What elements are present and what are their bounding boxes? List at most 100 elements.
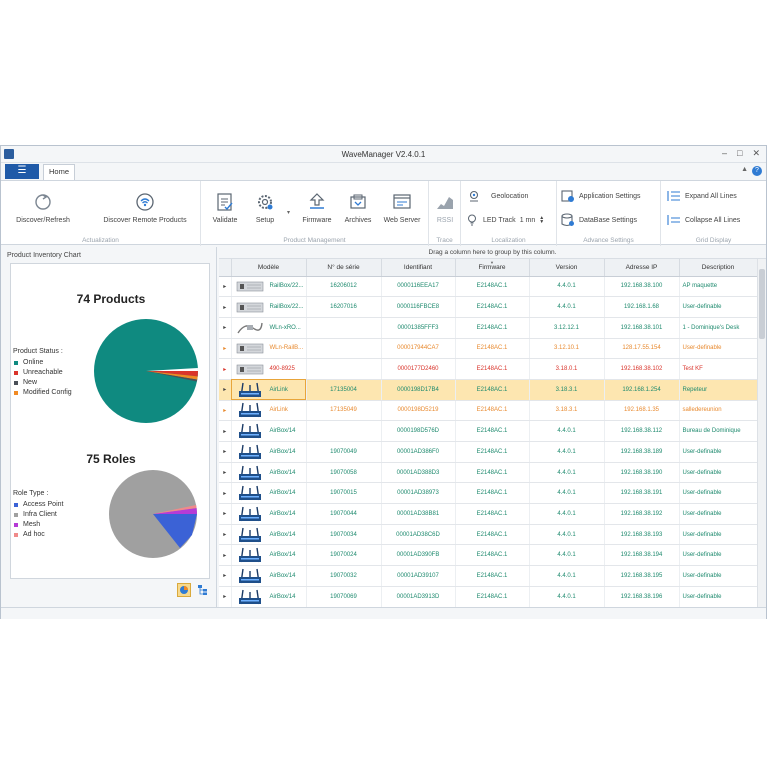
legend-label: Online (23, 359, 44, 366)
cell-firmware: E2148AC.1 (455, 276, 530, 298)
tree-view-button[interactable] (197, 584, 209, 596)
table-row[interactable]: ▸ AirBox/14 19070015 00001AD38973 E2148AC.1 4… (219, 482, 758, 505)
help-icon[interactable]: ? (752, 166, 762, 176)
cell-ip: 192.168.38.193 (604, 524, 680, 546)
column-header-identifier[interactable]: Identifiant (381, 259, 456, 277)
collapse-ribbon-icon[interactable]: ▲ (741, 166, 748, 176)
close-button[interactable]: ✕ (752, 148, 760, 159)
led-track-control[interactable]: LED Track 1 mn ▲ ▼ (465, 213, 544, 227)
collapse-lines-icon (667, 213, 681, 227)
row-expand-toggle[interactable]: ▸ (219, 441, 232, 463)
grid-vertical-scrollbar[interactable] (757, 259, 766, 607)
firmware-button[interactable]: Firmware (299, 191, 335, 224)
row-expand-toggle[interactable]: ▸ (219, 544, 232, 567)
column-header-firmware[interactable]: ▼ Firmware (455, 259, 530, 277)
row-expand-toggle[interactable]: ▸ (219, 462, 232, 484)
model-text: 490-8925 (269, 366, 295, 373)
tab-home[interactable]: Home (43, 164, 75, 180)
legend-label: Ad hoc (23, 531, 45, 538)
cell-serial: 19070044 (306, 503, 382, 525)
table-row[interactable]: ▸ RailBox/22... 16207016 0000116FBCE8 E2148A… (219, 296, 758, 318)
table-row[interactable]: ▸ AirBox/14 19070034 00001AD38C6D E2148AC.1 4… (219, 524, 758, 546)
column-header-serial[interactable]: N° de série (306, 259, 382, 277)
table-row[interactable]: ▸ AirBox/14 19070032 00001AD39107 E2148AC.1 4… (219, 565, 758, 587)
row-expand-toggle[interactable]: ▸ (219, 586, 232, 608)
application-settings-button[interactable]: Application Settings (561, 189, 640, 203)
cell-version: 4.4.0.1 (529, 544, 605, 567)
column-header-ip[interactable]: Adresse IP (604, 259, 680, 277)
discover-remote-button[interactable]: Discover Remote Products (93, 191, 197, 224)
location-pin-icon (467, 189, 481, 203)
discover-refresh-button[interactable]: Discover/Refresh (13, 191, 73, 224)
cell-description: Test KF (679, 358, 758, 380)
row-expand-toggle[interactable]: ▸ (219, 358, 232, 380)
row-expand-toggle[interactable]: ▸ (219, 482, 232, 505)
legend-swatch (14, 512, 18, 517)
column-header-version[interactable]: Version (529, 259, 605, 277)
legend-swatch (14, 502, 18, 507)
table-row[interactable]: ▸ AirBox/14 19070069 00001AD3913D E2148AC.1 4… (219, 586, 758, 608)
model-text: AirBox/14 (269, 490, 296, 497)
table-row[interactable]: ▸ AirBox/14 19070058 00001AD388D3 E2148AC.1 4… (219, 462, 758, 484)
row-expand-toggle[interactable]: ▸ (219, 503, 232, 525)
airbox-device-icon (234, 444, 266, 460)
table-row[interactable]: ▸ WLn-RailB... 000017944CA7 E2148AC.1 3.12.1… (219, 338, 758, 360)
rssi-button[interactable]: RSSI (432, 191, 458, 224)
archives-button[interactable]: Archives (339, 191, 377, 224)
web-server-button[interactable]: Web Server (379, 191, 425, 224)
group-by-hint[interactable]: Drag a column here to group by this colu… (219, 247, 766, 259)
file-menu-button[interactable]: ☰ (5, 164, 39, 179)
row-expand-toggle[interactable]: ▸ (219, 420, 232, 442)
geolocation-button[interactable]: Geolocation (467, 189, 528, 203)
row-expand-toggle[interactable]: ▸ (219, 524, 232, 546)
table-row[interactable]: ▸ 490-8925 0000177D2460 E2148AC.1 3.18.0.1 19… (219, 358, 758, 380)
column-header-model[interactable]: Modèle (231, 259, 307, 277)
row-expand-toggle[interactable]: ▸ (219, 296, 232, 318)
cell-serial (306, 420, 382, 442)
row-expand-toggle[interactable]: ▸ (219, 379, 232, 401)
table-row[interactable]: ▸ AirBox/14 19070049 00001AD386F0 E2148AC.1 4… (219, 441, 758, 463)
setup-dropdown-arrow-icon[interactable]: ▾ (287, 209, 290, 216)
table-row[interactable]: ▸ WLn-xRO... 00001385FFF3 E2148AC.1 3.12.12.… (219, 317, 758, 339)
scrollbar-thumb[interactable] (759, 269, 765, 339)
led-track-value[interactable]: 1 mn (520, 217, 536, 224)
validate-button[interactable]: Validate (207, 191, 243, 224)
product-inventory-panel: Product Inventory Chart 74 Products Prod… (1, 247, 217, 607)
signal-graph-icon (434, 191, 456, 213)
cell-description: User-definable (679, 462, 758, 484)
table-row[interactable]: ▸ RailBox/22... 16206012 0000116EEA17 E2148A… (219, 276, 758, 298)
cell-ip: 192.168.38.112 (604, 420, 680, 442)
row-expand-toggle[interactable]: ▸ (219, 317, 232, 339)
legend-item-infra-client: Infra Client (14, 511, 63, 518)
column-header-description[interactable]: Description (679, 259, 758, 277)
row-expand-toggle[interactable]: ▸ (219, 276, 232, 298)
cell-description: Bureau de Dominique (679, 420, 758, 442)
spinner-arrows-icon[interactable]: ▲ ▼ (539, 216, 544, 225)
table-row[interactable]: ▸ AirLink 17135049 0000198D5219 E2148AC.1 3.1… (219, 400, 758, 422)
validate-label: Validate (212, 217, 238, 224)
legend-title: Product Status : (13, 348, 63, 355)
table-row[interactable]: ▸ AirBox/14 19070044 00001AD38B81 E2148AC.1 4… (219, 503, 758, 525)
minimize-button[interactable]: – (722, 148, 727, 159)
cell-identifier: 00001AD38B81 (381, 503, 456, 525)
table-row[interactable]: ▸ AirBox/14 0000198D576D E2148AC.1 4.4.0.1 19… (219, 420, 758, 442)
database-settings-button[interactable]: DataBase Settings (561, 213, 637, 227)
cell-version: 3.18.0.1 (529, 358, 605, 380)
table-row[interactable]: ▸ AirBox/14 19070024 00001AD390FB E2148AC.1 4… (219, 544, 758, 567)
maximize-button[interactable]: □ (737, 148, 742, 159)
expand-all-button[interactable]: Expand All Lines (667, 189, 737, 203)
cell-model: RailBox/22... (231, 276, 307, 298)
led-bulb-icon (465, 213, 479, 227)
row-expand-toggle[interactable]: ▸ (219, 400, 232, 422)
cell-firmware: E2148AC.1 (455, 296, 530, 318)
row-expand-toggle[interactable]: ▸ (219, 565, 232, 587)
setup-button[interactable]: Setup (247, 191, 283, 224)
legend-item-access-point: Access Point (14, 501, 63, 508)
pie-chart-view-button[interactable] (177, 583, 191, 597)
collapse-all-button[interactable]: Collapse All Lines (667, 213, 740, 227)
row-expand-toggle[interactable]: ▸ (219, 338, 232, 360)
roles-chart-title: 75 Roles (86, 452, 136, 466)
checklist-icon (214, 191, 236, 213)
role-type-legend: Role Type : Access Point Infra Client Me… (13, 490, 63, 541)
table-row[interactable]: ▸ AirLink 17135004 0000198D17B4 E2148AC.1 3.1… (219, 379, 758, 401)
